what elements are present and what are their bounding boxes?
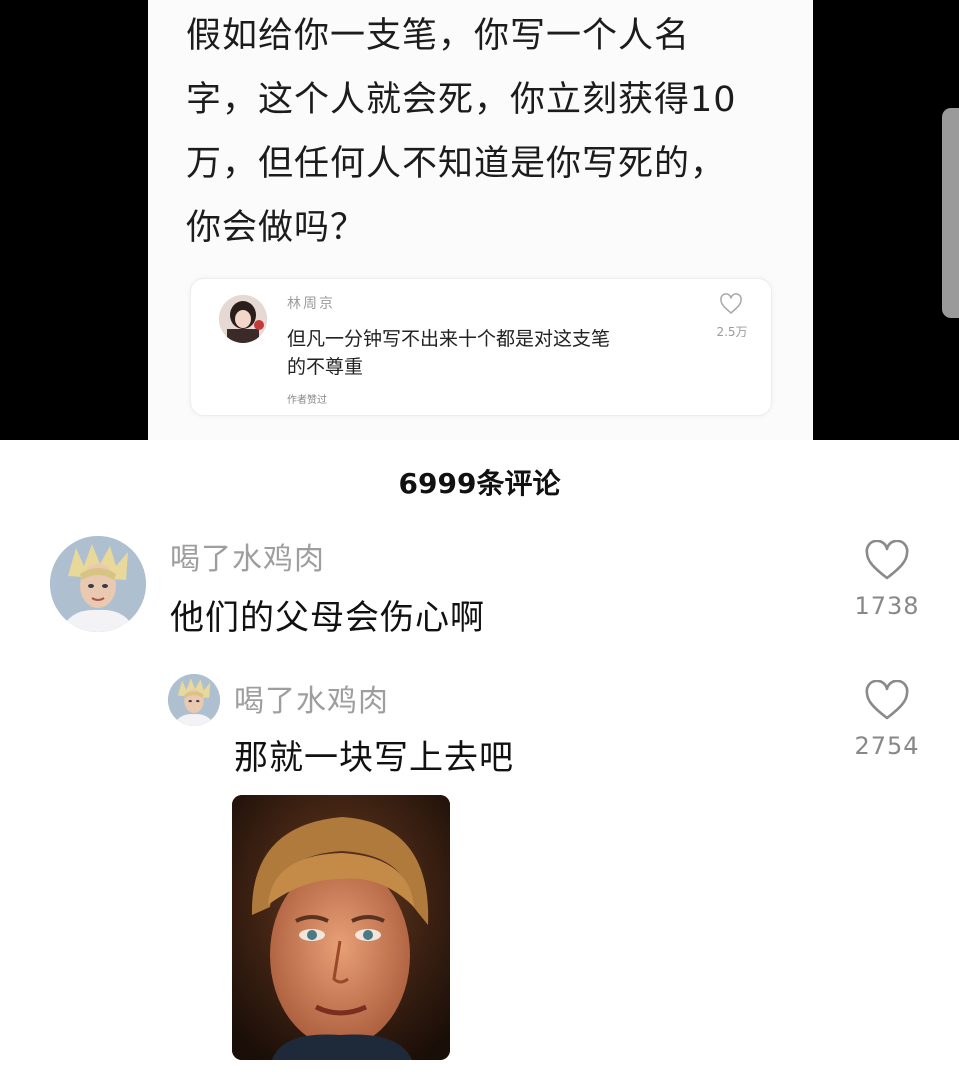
heart-outline-icon[interactable] (864, 540, 910, 582)
like-count: 1738 (854, 592, 920, 620)
comment-text-line: 的不尊重 (287, 356, 364, 378)
comment-text: 那就一块写上去吧 (234, 738, 514, 778)
author-liked-badge: 作者赞过 (287, 395, 327, 406)
heart-outline-icon[interactable] (719, 293, 743, 315)
scrollbar-thumb (942, 108, 959, 318)
avatar[interactable] (219, 295, 267, 343)
post-line: 万，但任何人不知道是你写死的， (186, 144, 727, 184)
avatar[interactable] (50, 536, 146, 632)
comment-text: 但凡一分钟写不出来十个都是对这支笔 的不尊重 (287, 325, 707, 381)
comment-author[interactable]: 喝了水鸡肉 (170, 534, 325, 578)
post-line: 你会做吗？ (186, 208, 367, 248)
heart-outline-icon[interactable] (864, 680, 910, 722)
avatar[interactable] (168, 674, 220, 726)
like-count: 2.5万 (716, 325, 748, 339)
hot-comment-card[interactable]: 林周京 但凡一分钟写不出来十个都是对这支笔 的不尊重 作者赞过 2.5万 (190, 278, 772, 416)
comment-author[interactable]: 林周京 (287, 293, 335, 313)
post-line: 字，这个人就会死，你立刻获得10 (186, 80, 737, 120)
embedded-post-screenshot: 假如给你一支笔，你写一个人名 字，这个人就会死，你立刻获得10 万，但任何人不知… (0, 0, 959, 440)
post-line: 假如给你一支笔，你写一个人名 (186, 16, 691, 56)
like-count: 2754 (854, 732, 920, 760)
comment-author[interactable]: 喝了水鸡肉 (234, 676, 389, 720)
reply-image[interactable] (232, 795, 450, 1060)
comment-text-line: 但凡一分钟写不出来十个都是对这支笔 (287, 328, 611, 350)
comments-header: 6999条评论 (398, 467, 561, 500)
post-question: 假如给你一支笔，你写一个人名 字，这个人就会死，你立刻获得10 万，但任何人不知… (186, 4, 786, 260)
post-panel: 假如给你一支笔，你写一个人名 字，这个人就会死，你立刻获得10 万，但任何人不知… (148, 0, 813, 440)
comment-text: 他们的父母会伤心啊 (170, 598, 485, 638)
